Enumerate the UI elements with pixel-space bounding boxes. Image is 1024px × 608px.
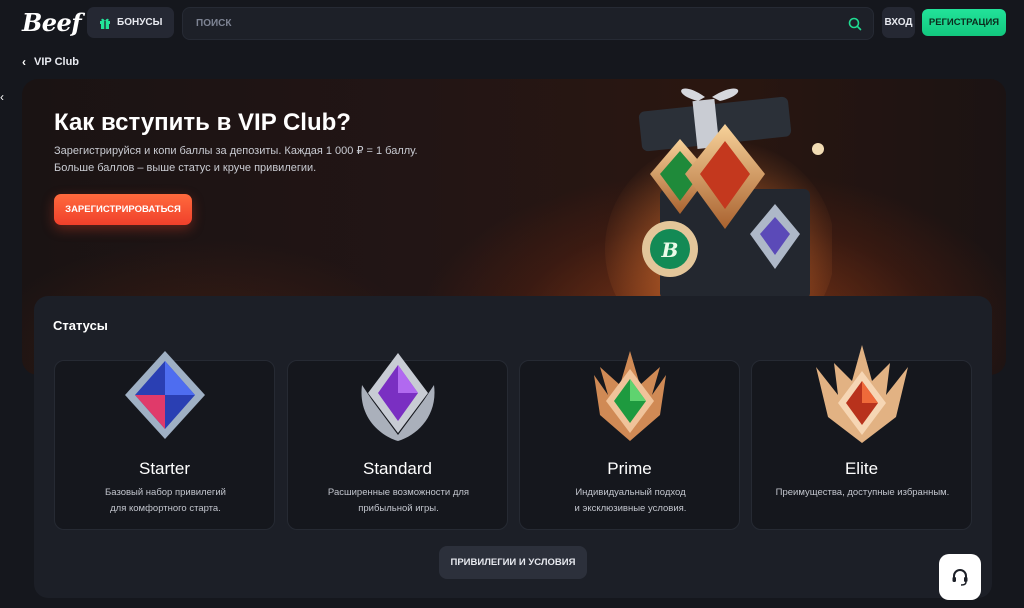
statuses-title: Статусы xyxy=(53,318,108,333)
top-header: Beef БОНУСЫ ВХОД РЕГИСТРАЦИЯ xyxy=(0,0,1024,46)
svg-text:B: B xyxy=(661,238,679,262)
prime-gem-icon xyxy=(594,351,666,441)
status-card-elite[interactable]: Elite Преимущества, доступные избранным. xyxy=(751,345,972,530)
status-desc-line-2: для комфортного старта. xyxy=(110,503,221,514)
status-card-standard[interactable]: Standard Расширенные возможности для при… xyxy=(287,353,508,530)
status-name: Standard xyxy=(363,459,432,478)
status-name: Starter xyxy=(138,459,191,478)
chevron-left-icon: ‹ xyxy=(22,55,26,69)
login-button[interactable]: ВХОД xyxy=(882,7,915,38)
status-name: Elite xyxy=(844,459,879,478)
beef-logo[interactable]: Beef xyxy=(22,8,82,37)
support-chat-button[interactable] xyxy=(939,554,981,600)
register-button[interactable]: РЕГИСТРАЦИЯ xyxy=(922,9,1006,36)
headset-icon xyxy=(952,569,968,586)
status-desc-line-1: Расширенные возможности для xyxy=(327,487,470,498)
status-description: Индивидуальный подход и эксклюзивные усл… xyxy=(530,485,731,517)
status-description: Преимущества, доступные избранным. xyxy=(762,485,963,501)
status-description: Расширенные возможности для прибыльной и… xyxy=(298,485,499,517)
standard-gem-icon xyxy=(361,353,435,441)
search-input[interactable] xyxy=(196,18,836,29)
search-bar[interactable] xyxy=(182,7,874,40)
hero-desc-line-2: Больше баллов – выше статус и круче прив… xyxy=(54,162,317,174)
hero-register-button[interactable]: ЗАРЕГИСТРИРОВАТЬСЯ xyxy=(54,194,192,225)
sidebar-toggle-icon[interactable]: ‹ xyxy=(0,90,10,104)
status-desc-line-2: прибыльной игры. xyxy=(358,503,439,514)
status-description: Базовый набор привилегий для комфортного… xyxy=(65,485,266,517)
statuses-panel: Статусы Starter Базовый набор привилегий… xyxy=(34,296,992,598)
status-desc-line-1: Преимущества, доступные избранным. xyxy=(775,487,950,498)
starter-gem-icon xyxy=(125,351,205,439)
status-card-starter[interactable]: Starter Базовый набор привилегий для ком… xyxy=(54,351,275,530)
search-icon[interactable] xyxy=(848,17,862,31)
status-desc-line-1: Индивидуальный подход xyxy=(575,487,686,498)
bonuses-button[interactable]: БОНУСЫ xyxy=(87,7,174,38)
hero-title: Как вступить в VIP Club? xyxy=(54,109,351,136)
elite-gem-icon xyxy=(816,345,908,443)
hero-desc-line-1: Зарегистрируйся и копи баллы за депозиты… xyxy=(54,145,418,157)
breadcrumb-label: VIP Club xyxy=(34,56,80,68)
gift-icon xyxy=(100,18,110,29)
status-desc-line-1: Базовый набор привилегий xyxy=(105,487,226,498)
status-card-prime[interactable]: Prime Индивидуальный подход и эксклюзивн… xyxy=(519,351,740,530)
status-name: Prime xyxy=(607,459,652,478)
hero-description: Зарегистрируйся и копи баллы за депозиты… xyxy=(54,143,454,177)
privileges-button[interactable]: ПРИВИЛЕГИИ И УСЛОВИЯ xyxy=(439,546,587,579)
back-link[interactable]: ‹ VIP Club xyxy=(22,55,79,69)
bonuses-label: БОНУСЫ xyxy=(117,17,163,28)
status-desc-line-2: и эксклюзивные условия. xyxy=(574,503,687,514)
